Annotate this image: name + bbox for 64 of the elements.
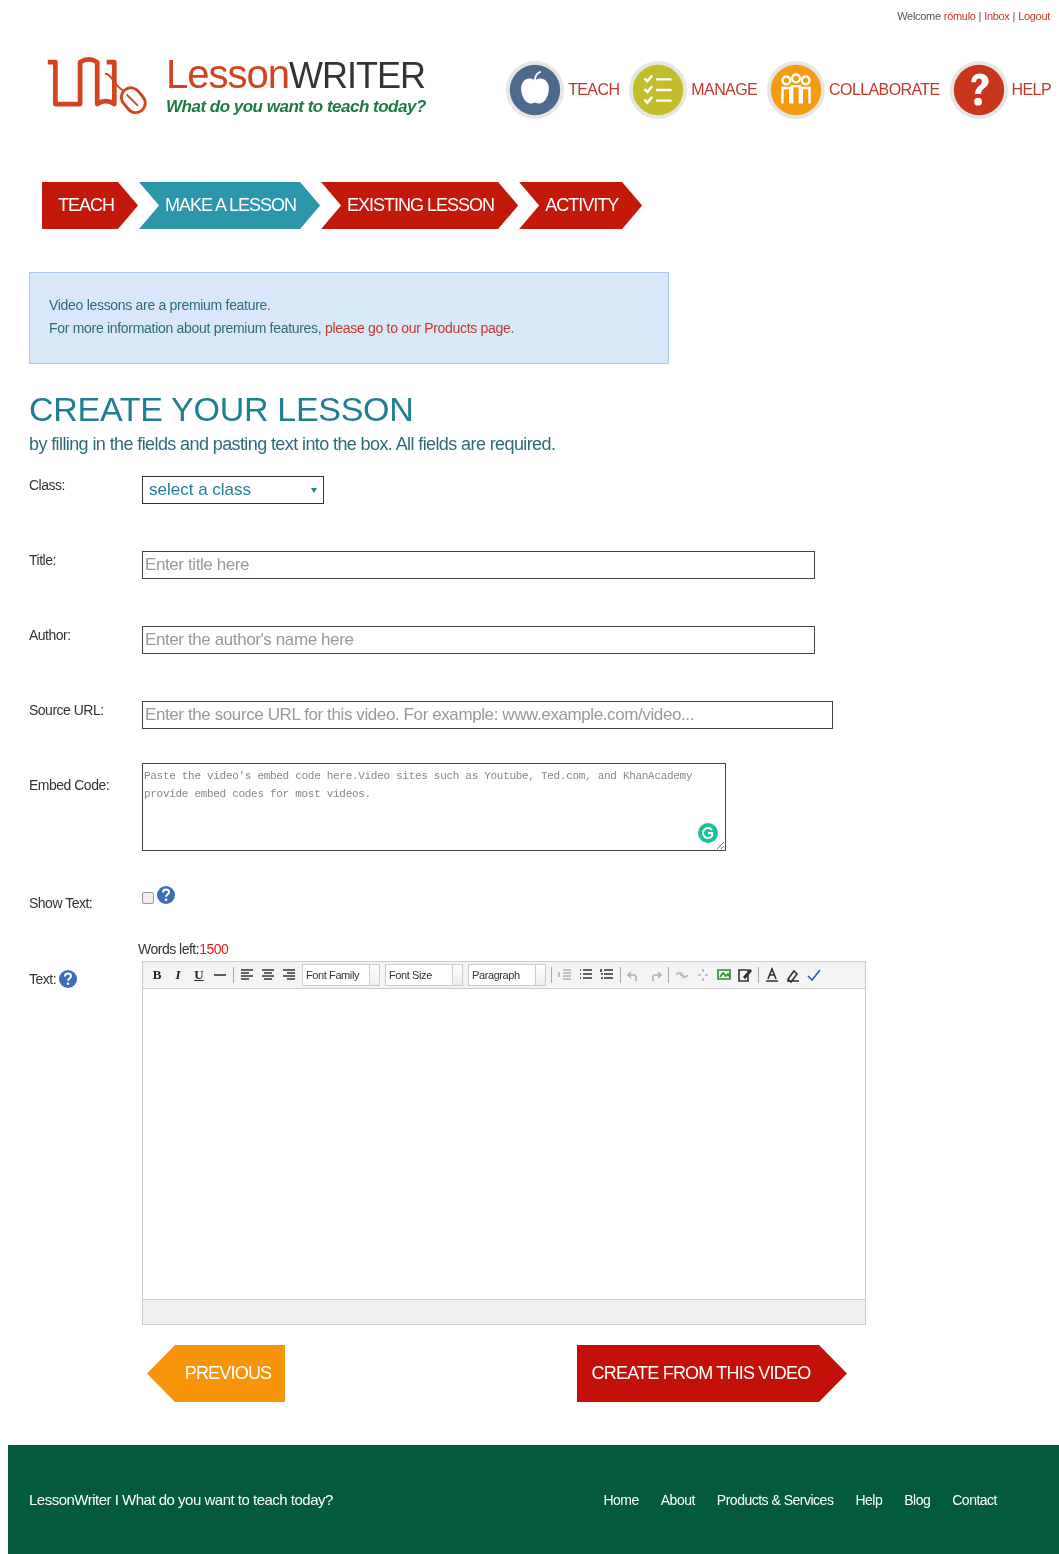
footer-tagline: LessonWriter I What do you want to teach today? [29, 1491, 333, 1508]
field-label: Embed Code: [29, 776, 111, 793]
help-icon[interactable] [947, 59, 1010, 121]
page-heading: CREATE YOUR LESSON [29, 389, 415, 430]
breadcrumb-tab[interactable]: ACTIVITY [519, 182, 643, 229]
nav-link[interactable]: HELP [1011, 81, 1051, 99]
highlight-icon[interactable] [785, 967, 801, 983]
help-icon[interactable] [156, 885, 176, 905]
nav-link[interactable]: MANAGE [691, 81, 758, 99]
checkbox[interactable] [142, 892, 154, 904]
help-icon[interactable] [58, 969, 79, 989]
breadcrumb-tab[interactable]: EXISTING LESSON [321, 182, 519, 229]
breadcrumb-tab[interactable]: MAKE A LESSON [139, 182, 321, 229]
footer-link[interactable]: About [660, 1491, 695, 1508]
underline-button[interactable]: U [191, 967, 207, 983]
field-label: Class: [29, 476, 66, 493]
separator-text: | [978, 10, 982, 24]
text-color-icon[interactable] [764, 967, 780, 983]
page-subheading: by filling in the fields and pasting text into the box. All fields are required. [29, 434, 557, 455]
products-link[interactable]: please go to our Products page [324, 320, 511, 336]
toolbar-dropdown[interactable]: Font Family [302, 964, 380, 986]
edit-icon[interactable] [737, 967, 753, 983]
words-left-label: Words left: [138, 941, 200, 957]
words-left-count: 1500 [199, 941, 229, 957]
notice-text: Video lessons are a premium feature. [49, 297, 272, 314]
text-editor[interactable]: B I U Font Family Font Size Paragraph [142, 961, 866, 1325]
separator-text: | [1012, 10, 1016, 24]
input-field[interactable]: Enter the author's name here [142, 626, 815, 654]
nav-link[interactable]: TEACH [568, 81, 620, 99]
align-right-icon[interactable] [281, 967, 297, 983]
field-label: Title: [29, 551, 57, 568]
spellcheck-icon[interactable] [806, 967, 822, 983]
footer-link[interactable]: Blog [904, 1491, 931, 1508]
align-left-icon[interactable] [239, 967, 255, 983]
top-link[interactable]: Inbox [984, 10, 1010, 24]
field-label: Source URL: [29, 701, 105, 718]
footer-link[interactable]: Products & Services [716, 1491, 834, 1508]
toolbar-dropdown[interactable]: Font Size [385, 964, 463, 986]
top-link[interactable]: Logout [1018, 10, 1050, 24]
logo-name: LessonWRITER [166, 53, 426, 97]
field-label: Text: [29, 971, 57, 987]
field-label: Author: [29, 626, 72, 643]
nav-link[interactable]: COLLABORATE [829, 81, 940, 99]
toolbar-dropdown[interactable]: Paragraph [468, 964, 546, 986]
checklist-icon[interactable] [627, 59, 690, 121]
create-button[interactable]: CREATE FROM THIS VIDEO [577, 1345, 847, 1402]
footer-link[interactable]: Contact [952, 1491, 997, 1508]
footer-link[interactable]: Help [855, 1491, 883, 1508]
image-icon[interactable] [716, 967, 732, 983]
logo-tagline: What do you want to teach today? [166, 97, 426, 117]
notice-text: For more information about premium features, please go to our Products page. [49, 320, 516, 337]
italic-button[interactable]: I [170, 967, 186, 983]
align-center-icon[interactable] [260, 967, 276, 983]
input-field[interactable]: Enter title here [142, 551, 815, 579]
user-link[interactable]: rómulo [943, 10, 976, 24]
embed-code-field[interactable]: Paste the video's embed code here.Video sites such as Youtube, Ted.com, and KhanAcademy provide embed codes for most videos. [142, 763, 726, 851]
breadcrumb-tab[interactable]: TEACH [42, 182, 138, 229]
apple-icon[interactable] [504, 59, 567, 121]
footer-link[interactable]: Home [603, 1491, 639, 1508]
welcome-text: Welcome [897, 10, 941, 24]
bold-button[interactable]: B [149, 967, 165, 983]
field-label: Show Text: [29, 894, 94, 911]
url-field[interactable]: Enter the source URL for this video. For example: www.example.com/video... [142, 701, 833, 729]
class-dropdown[interactable]: select a class [142, 476, 324, 504]
